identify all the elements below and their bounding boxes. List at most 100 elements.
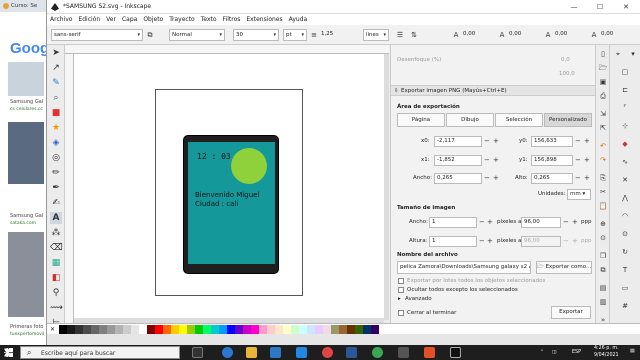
height-increment-button[interactable]: +	[584, 173, 590, 183]
color-swatch[interactable]	[99, 325, 107, 334]
kerning-value[interactable]: 0,00	[555, 31, 567, 37]
color-swatch[interactable]	[123, 325, 131, 334]
x1-increment-button[interactable]: +	[493, 155, 499, 165]
import-icon[interactable]: ⇲	[598, 109, 608, 119]
color-swatch[interactable]	[195, 325, 203, 334]
color-swatch[interactable]	[371, 325, 379, 334]
menu-filtros[interactable]: Filtros	[220, 14, 244, 25]
language-indicator[interactable]: ESP	[572, 350, 581, 355]
color-swatch[interactable]	[363, 325, 371, 334]
tray-chevron-icon[interactable]: ⌃	[540, 350, 544, 355]
task-view-icon[interactable]	[192, 347, 203, 358]
horizontal-ruler[interactable]	[65, 45, 389, 54]
undo-icon[interactable]: ↶	[598, 141, 608, 151]
clock-time[interactable]: 4:26 p. m.	[594, 346, 619, 351]
color-swatch[interactable]	[155, 325, 163, 334]
clock-text-object[interactable]: 12 : 03	[197, 152, 231, 161]
font-family-combo[interactable]: sans-serif ▾	[51, 29, 143, 41]
maximize-button[interactable]: ☐	[587, 1, 613, 13]
browser-tab[interactable]: Curso: Se	[0, 0, 47, 12]
3d-box-tool-icon[interactable]: ◈	[50, 137, 62, 149]
opera-icon[interactable]	[322, 347, 333, 358]
line-spacing-value[interactable]: 1,25	[321, 31, 333, 37]
snap-grid-icon[interactable]: #	[620, 301, 630, 311]
print-icon[interactable]: ⎙	[598, 91, 608, 101]
connector-tool-icon[interactable]: ⟿	[50, 302, 63, 314]
menu-capa[interactable]: Capa	[119, 14, 140, 25]
color-swatch[interactable]	[291, 325, 299, 334]
snap-menu-icon[interactable]: ▾	[628, 49, 638, 59]
welcome-text-object[interactable]: Bienvenido Miguel Ciudad : cali	[195, 191, 265, 209]
notifications-icon[interactable]: ▤	[630, 349, 635, 354]
close-window-button[interactable]: ✕	[613, 1, 639, 13]
advanced-expander-label[interactable]: Avanzado	[405, 296, 432, 302]
units-select[interactable]: mm ▾	[567, 189, 591, 200]
width-input[interactable]: 0,265	[434, 173, 482, 184]
export-icon[interactable]: ⇱	[598, 123, 608, 133]
app-icon[interactable]	[424, 347, 435, 358]
blur-value[interactable]: 0,0	[561, 57, 570, 63]
color-swatch[interactable]	[163, 325, 171, 334]
color-swatch[interactable]	[315, 325, 323, 334]
color-swatch[interactable]	[107, 325, 115, 334]
taskbar-search-box[interactable]: ⌕ Escribe aquí para buscar	[20, 346, 180, 359]
text-tool-icon[interactable]: A	[50, 212, 62, 224]
snap-bbox-edge-icon[interactable]: ⊏	[620, 85, 630, 95]
snap-page-icon[interactable]: ▭	[620, 283, 630, 293]
store-icon[interactable]	[270, 347, 281, 358]
snap-bbox-icon[interactable]: ▢	[620, 67, 630, 77]
y0-input[interactable]: 156,633	[531, 136, 573, 147]
export-dialog-tab[interactable]: ⇩ Exportar imagen PNG (Mayús+Ctrl+E)	[391, 85, 596, 96]
cut-icon[interactable]: ✂	[598, 187, 608, 197]
color-swatch[interactable]	[267, 325, 275, 334]
snap-path-icon[interactable]: ∿	[620, 157, 630, 167]
width-increment-button[interactable]: +	[493, 173, 499, 183]
zoom-drawing-icon[interactable]: ⊙	[598, 233, 608, 243]
green-circle-shape[interactable]	[231, 148, 267, 184]
color-swatch[interactable]	[323, 325, 331, 334]
result-title[interactable]: Primeras foto	[10, 324, 43, 330]
dpi-decrement-button[interactable]: −	[563, 217, 569, 227]
area-page-button[interactable]: Página	[397, 113, 445, 127]
color-swatch[interactable]	[331, 325, 339, 334]
color-swatch[interactable]	[283, 325, 291, 334]
color-swatch[interactable]	[187, 325, 195, 334]
snap-midpoint-icon[interactable]: ⊹	[620, 121, 630, 131]
menu-ayuda[interactable]: Ayuda	[286, 14, 311, 25]
paint-bucket-tool-icon[interactable]: ◧	[50, 272, 62, 284]
snap-bbox-corner-icon[interactable]: ⌜	[620, 103, 630, 113]
result-image[interactable]	[8, 232, 44, 317]
edge-icon[interactable]	[222, 347, 233, 358]
ungroup-icon[interactable]: ▥	[598, 297, 608, 307]
height-decrement-button[interactable]: −	[575, 173, 581, 183]
snap-toggle-icon[interactable]: ⌖	[613, 49, 623, 59]
image-width-decrement-button[interactable]: −	[479, 217, 485, 227]
menu-extensiones[interactable]: Extensiones	[243, 14, 285, 25]
dpi-increment-button[interactable]: +	[572, 217, 578, 227]
y1-increment-button[interactable]: +	[584, 155, 590, 165]
node-tool-icon[interactable]: ↗	[50, 62, 62, 74]
zoom-tool-icon[interactable]: ⌕	[50, 92, 62, 104]
color-swatch[interactable]	[83, 325, 91, 334]
close-when-done-checkbox[interactable]	[398, 310, 404, 316]
color-swatch[interactable]	[115, 325, 123, 334]
color-swatch[interactable]	[171, 325, 179, 334]
snap-smooth-icon[interactable]: ◠	[620, 211, 630, 221]
color-swatch[interactable]	[339, 325, 347, 334]
font-collection-icon[interactable]: ⧉	[145, 30, 155, 40]
image-height-decrement-button[interactable]: −	[479, 236, 485, 246]
title-bar[interactable]: *SAMSUNG S2.svg - Inkscape — ☐ ✕	[47, 0, 640, 14]
result-title[interactable]: Samsung Gal	[10, 99, 43, 105]
color-swatch[interactable]	[147, 325, 155, 334]
gradient-tool-icon[interactable]: ▦	[50, 257, 62, 269]
selector-tool-icon[interactable]: ➤	[50, 47, 62, 59]
font-size-combo[interactable]: 30 ▾	[233, 29, 279, 41]
export-button[interactable]: Exportar	[551, 306, 591, 319]
menu-texto[interactable]: Texto	[198, 14, 220, 25]
inkscape-taskbar-icon[interactable]	[450, 347, 461, 358]
mail-icon[interactable]	[296, 347, 307, 358]
snap-rotation-icon[interactable]: ↻	[620, 247, 630, 257]
copy-icon[interactable]: ⎘	[598, 173, 608, 183]
color-swatch[interactable]	[307, 325, 315, 334]
color-swatch[interactable]	[67, 325, 75, 334]
